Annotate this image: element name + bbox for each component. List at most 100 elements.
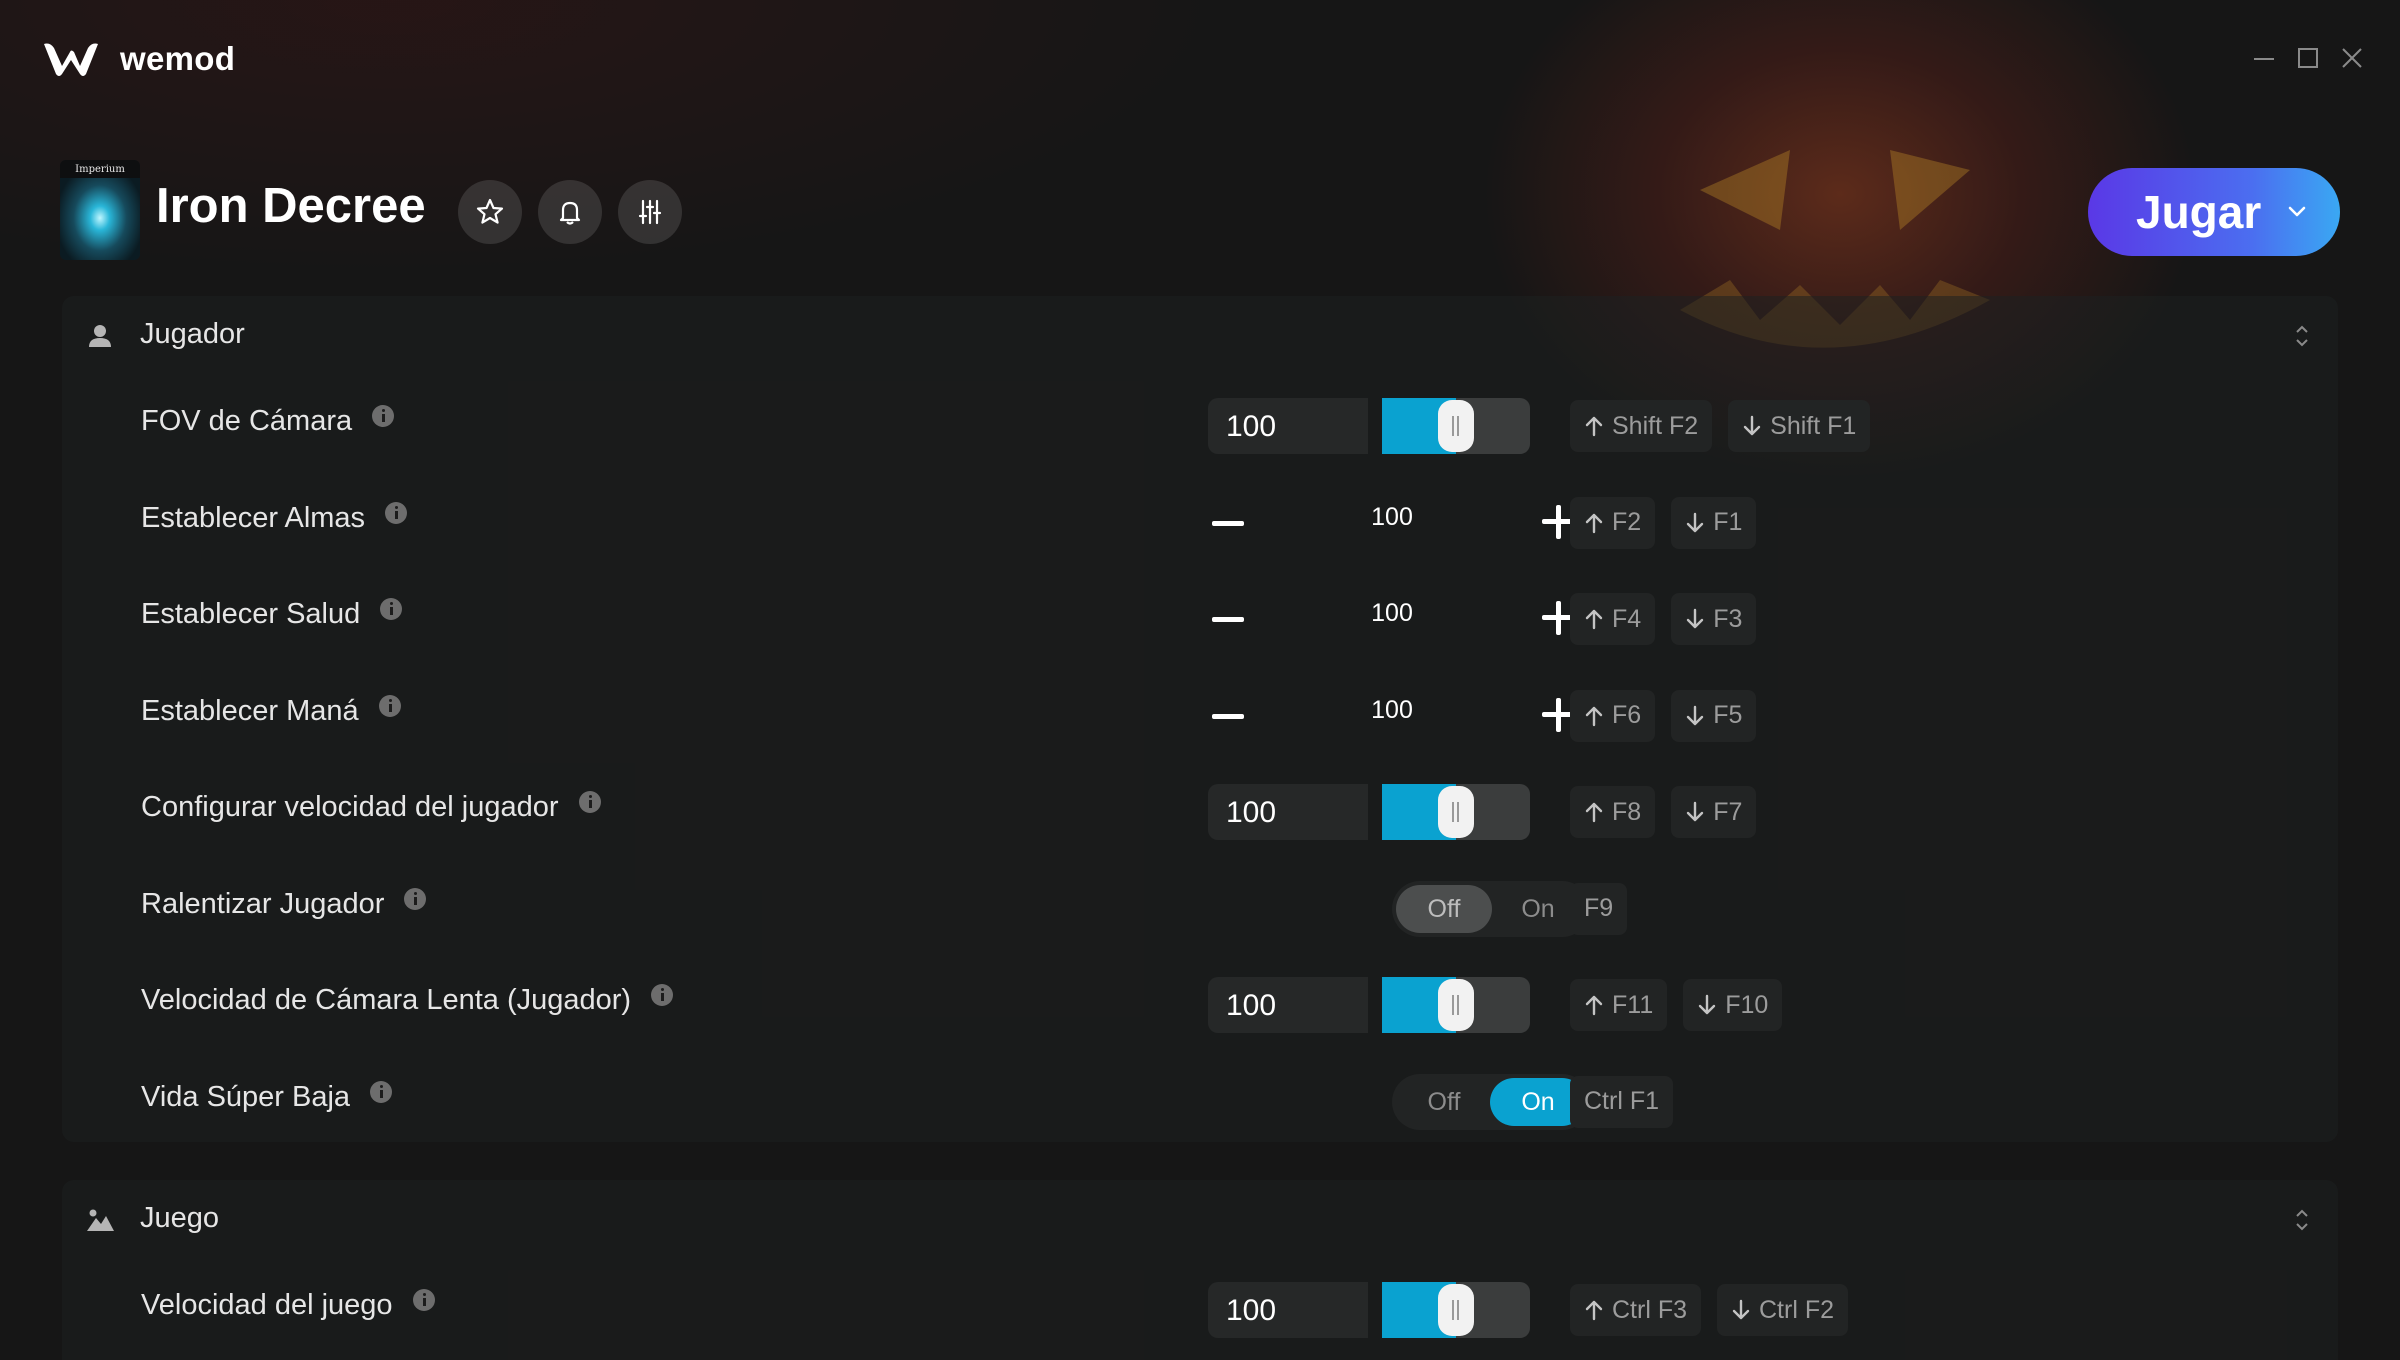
cheat-label: FOV de Cámara	[141, 405, 395, 438]
cheat-name: Establecer Salud	[141, 598, 361, 630]
hotkey-label: Ctrl F1	[1584, 1087, 1659, 1115]
cheat-row: FOV de Cámara 100 Shift F2 Shift F1	[62, 376, 2338, 472]
toggle-off-option[interactable]: Off	[1396, 884, 1492, 933]
play-label: Jugar	[2136, 186, 2262, 238]
play-button[interactable]: Jugar	[2088, 168, 2340, 256]
cheat-row: Ralentizar Jugador Off On F9	[62, 859, 2338, 955]
section-title: Jugador	[140, 318, 245, 350]
slider-handle[interactable]	[1438, 786, 1474, 838]
hotkey-badge[interactable]: F7	[1671, 786, 1757, 838]
cheat-label: Velocidad del juego	[141, 1289, 435, 1322]
cheat-name: Velocidad del juego	[141, 1289, 393, 1321]
decrement-button[interactable]	[1212, 520, 1244, 526]
cheat-row: Establecer Almas 100 F2 F1	[62, 473, 2338, 569]
close-icon[interactable]	[2338, 44, 2366, 72]
value-slider[interactable]	[1382, 398, 1530, 454]
value-input[interactable]: 100	[1208, 398, 1368, 454]
hotkey-group: F6 F5	[1570, 689, 1757, 742]
on-off-toggle[interactable]: Off On	[1392, 880, 1590, 937]
slider-handle[interactable]	[1438, 400, 1474, 452]
cheat-label: Establecer Almas	[141, 501, 408, 535]
hotkey-badge[interactable]: F3	[1671, 593, 1757, 645]
cheat-name: Establecer Almas	[141, 501, 366, 534]
cheat-label: Establecer Maná	[141, 694, 401, 728]
arrow-down-icon	[1699, 994, 1716, 1015]
hotkey-badge[interactable]: Shift F1	[1728, 400, 1871, 452]
maximize-icon[interactable]	[2294, 44, 2322, 72]
brand-name: wemod	[120, 40, 236, 77]
arrow-up-icon	[1585, 706, 1603, 726]
value-input[interactable]: 100	[1208, 784, 1368, 840]
minimize-icon[interactable]	[2250, 44, 2278, 72]
toggle-off-option[interactable]: Off	[1396, 1078, 1492, 1126]
hotkey-label: F5	[1713, 701, 1743, 729]
info-icon[interactable]	[404, 887, 427, 910]
hotkey-label: F8	[1612, 797, 1642, 826]
hotkey-label: Shift F2	[1612, 411, 1699, 440]
slider-handle[interactable]	[1438, 1284, 1474, 1336]
arrow-up-icon	[1585, 995, 1603, 1016]
cheat-label: Configurar velocidad del jugador	[141, 791, 601, 824]
cheat-label: Establecer Salud	[141, 598, 403, 631]
chevron-down-icon[interactable]	[2284, 198, 2310, 224]
hotkey-badge[interactable]: F6	[1570, 689, 1656, 742]
cheat-row: Establecer Salud 100 F4 F3	[62, 569, 2338, 665]
wemod-logo-icon	[44, 43, 98, 76]
hotkey-group: F8 F7	[1570, 786, 1757, 838]
hotkey-badge[interactable]: Shift F2	[1570, 400, 1713, 452]
info-icon[interactable]	[412, 1289, 435, 1311]
value-input[interactable]: 100	[1208, 977, 1368, 1033]
hotkey-badge[interactable]: F10	[1683, 979, 1783, 1031]
hotkey-group: F9	[1570, 882, 1628, 935]
slider-handle[interactable]	[1438, 979, 1474, 1031]
value-slider[interactable]	[1382, 784, 1530, 840]
info-icon[interactable]	[370, 1080, 393, 1103]
hotkey-badge[interactable]: F5	[1671, 689, 1757, 742]
value-text: 100	[1226, 1294, 1277, 1327]
info-icon[interactable]	[380, 598, 403, 620]
hotkey-group: Ctrl F1	[1570, 1075, 1673, 1128]
hotkey-badge[interactable]: F9	[1570, 882, 1628, 935]
hotkey-group: F2 F1	[1570, 496, 1757, 549]
hotkey-badge[interactable]: Ctrl F2	[1717, 1284, 1848, 1336]
hotkey-badge[interactable]: F1	[1671, 496, 1757, 549]
on-off-toggle[interactable]: Off On	[1392, 1073, 1590, 1130]
hotkey-badge[interactable]: F2	[1570, 496, 1656, 549]
hotkey-badge[interactable]: Ctrl F1	[1570, 1075, 1673, 1128]
value-input[interactable]: 100	[1208, 1282, 1368, 1338]
section-header[interactable]: Jugador	[62, 296, 2338, 376]
hotkey-badge[interactable]: F8	[1570, 786, 1656, 838]
arrow-down-icon	[1686, 512, 1704, 532]
decrement-button[interactable]	[1212, 617, 1244, 622]
info-icon[interactable]	[578, 791, 601, 813]
info-icon[interactable]	[385, 501, 408, 524]
section-header[interactable]: Juego	[62, 1180, 2338, 1260]
stepper-value: 100	[1371, 502, 1413, 531]
collapse-icon[interactable]	[2292, 322, 2312, 350]
info-icon[interactable]	[651, 984, 674, 1006]
section-title: Juego	[140, 1202, 220, 1234]
cheat-name: FOV de Cámara	[141, 405, 353, 437]
hotkey-label: F7	[1713, 797, 1743, 826]
info-icon[interactable]	[372, 405, 395, 427]
hotkey-label: F4	[1612, 604, 1642, 633]
info-icon[interactable]	[378, 694, 401, 717]
favorite-button[interactable]	[458, 180, 522, 244]
hotkey-badge[interactable]: F4	[1570, 593, 1656, 645]
hotkey-label: Ctrl F2	[1759, 1295, 1834, 1324]
value-slider[interactable]	[1382, 977, 1530, 1033]
hotkey-badge[interactable]: F11	[1570, 979, 1668, 1031]
settings-button[interactable]	[618, 180, 682, 244]
arrow-down-icon	[1743, 415, 1761, 436]
hotkey-label: Shift F1	[1770, 411, 1857, 440]
collapse-icon[interactable]	[2292, 1206, 2312, 1234]
stepper-value: 100	[1371, 695, 1413, 724]
hotkey-label: Ctrl F3	[1612, 1295, 1687, 1324]
value-slider[interactable]	[1382, 1282, 1530, 1338]
arrow-down-icon	[1686, 608, 1704, 629]
hotkey-group: F4 F3	[1570, 593, 1757, 645]
decrement-button[interactable]	[1212, 713, 1244, 719]
notifications-button[interactable]	[538, 180, 602, 244]
hotkey-badge[interactable]: Ctrl F3	[1570, 1284, 1701, 1336]
arrow-up-icon	[1585, 513, 1603, 533]
